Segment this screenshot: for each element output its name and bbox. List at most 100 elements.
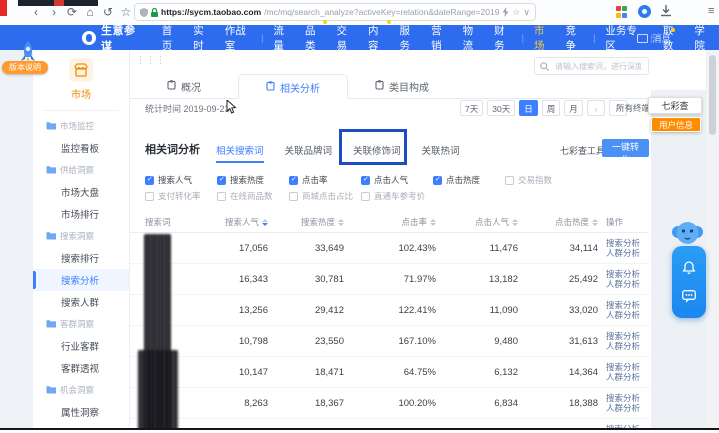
subtab-关联品牌词[interactable]: 关联品牌词 bbox=[285, 143, 333, 163]
sidebar-item-搜索排行[interactable]: 搜索排行 bbox=[33, 247, 129, 269]
metric-checkbox-点击人气[interactable]: 点击人气 bbox=[361, 174, 433, 186]
action-link-搜索分析[interactable]: 搜索分析 bbox=[606, 238, 640, 248]
column-header-点击率[interactable]: 点击率 bbox=[344, 216, 436, 228]
tab-相关分析[interactable]: 相关分析 bbox=[238, 74, 348, 99]
row-actions: 搜索分析人群分析 bbox=[606, 362, 640, 382]
checkbox-icon[interactable] bbox=[361, 176, 370, 185]
sidebar-item-监控看板[interactable]: 监控看板 bbox=[33, 137, 129, 159]
sidebar-item-市场大盘[interactable]: 市场大盘 bbox=[33, 181, 129, 203]
sidebar-group-供给洞察[interactable]: 供给洞察 bbox=[33, 159, 129, 181]
metric-checkbox-直通车参考价[interactable]: 直通车参考价 bbox=[361, 190, 433, 202]
brand[interactable]: 生意参谋 bbox=[82, 22, 141, 54]
subtab-关联热词[interactable]: 关联热词 bbox=[422, 143, 460, 163]
download-icon[interactable] bbox=[660, 5, 672, 18]
history-icon[interactable]: ↺ bbox=[100, 4, 116, 20]
checkbox-icon[interactable] bbox=[145, 192, 154, 201]
sidebar-group-市场监控[interactable]: 市场监控 bbox=[33, 115, 129, 137]
metric-checkbox-在线商品数[interactable]: 在线商品数 bbox=[217, 190, 289, 202]
star-icon[interactable]: ☆ bbox=[512, 7, 520, 18]
action-link-人群分析[interactable]: 人群分析 bbox=[606, 310, 640, 320]
messages-button[interactable]: 消息 bbox=[637, 31, 671, 45]
action-link-搜索分析[interactable]: 搜索分析 bbox=[606, 393, 640, 403]
metric-checkbox-搜索人气[interactable]: 搜索人气 bbox=[145, 174, 217, 186]
reload-icon[interactable]: ⟳ bbox=[64, 4, 80, 20]
bell-icon[interactable] bbox=[682, 261, 696, 275]
checkbox-icon[interactable] bbox=[505, 176, 514, 185]
action-link-人群分析[interactable]: 人群分析 bbox=[606, 403, 640, 413]
value-cell: 31,613 bbox=[518, 336, 598, 347]
checkbox-icon[interactable] bbox=[289, 192, 298, 201]
scrollbar-thumb[interactable] bbox=[709, 55, 716, 135]
tab-label: 类目构成 bbox=[389, 79, 429, 94]
analysis-card-header: 相关词分析 相关搜索词关联品牌词关联修饰词关联热词 七彩查工具： 一键转化 bbox=[130, 136, 649, 162]
user-info-button[interactable]: 用户信息 bbox=[651, 117, 701, 132]
qicaicha-extension-button[interactable]: 七彩查 bbox=[648, 97, 702, 114]
metric-checkbox-搜索热度[interactable]: 搜索热度 bbox=[217, 174, 289, 186]
action-link-搜索分析[interactable]: 搜索分析 bbox=[606, 269, 640, 279]
action-link-人群分析[interactable]: 人群分析 bbox=[606, 341, 640, 351]
folder-icon bbox=[46, 121, 56, 132]
sidebar-item-搜索人群[interactable]: 搜索人群 bbox=[33, 291, 129, 313]
checkbox-icon[interactable] bbox=[145, 176, 154, 185]
folder-icon bbox=[46, 319, 56, 330]
prev-period-button[interactable]: ‹ bbox=[587, 100, 605, 116]
action-link-搜索分析[interactable]: 搜索分析 bbox=[606, 362, 640, 372]
column-header-搜索人气[interactable]: 搜索人气 bbox=[196, 216, 268, 228]
action-link-人群分析[interactable]: 人群分析 bbox=[606, 248, 640, 258]
bookmark-star-icon[interactable]: ☆ bbox=[118, 4, 134, 20]
chat-icon[interactable] bbox=[682, 290, 696, 303]
metric-checkbox-商城点击占比[interactable]: 商城点击占比 bbox=[289, 190, 361, 202]
date-button-日[interactable]: 日 bbox=[519, 100, 538, 116]
column-header-点击热度[interactable]: 点击热度 bbox=[518, 216, 598, 228]
metric-label: 点击热度 bbox=[446, 174, 480, 186]
metric-checkbox-支付转化率[interactable]: 支付转化率 bbox=[145, 190, 217, 202]
sidebar-item-搜索分析[interactable]: 搜索分析 bbox=[33, 269, 129, 291]
date-button-周[interactable]: 周 bbox=[542, 100, 561, 116]
sidebar-item-属性洞察[interactable]: 属性洞察 bbox=[33, 401, 129, 423]
date-button-7天[interactable]: 7天 bbox=[460, 100, 483, 116]
row-actions: 搜索分析人群分析 bbox=[606, 300, 640, 320]
sidebar-item-行业客群[interactable]: 行业客群 bbox=[33, 335, 129, 357]
keyword-search-box[interactable] bbox=[534, 57, 649, 75]
checkbox-icon[interactable] bbox=[217, 176, 226, 185]
metric-checkbox-点击率[interactable]: 点击率 bbox=[289, 174, 361, 186]
metric-checkbox-交易指数[interactable]: 交易指数 bbox=[505, 174, 577, 186]
chevron-down-icon[interactable]: ∨ bbox=[523, 7, 530, 18]
checkbox-icon[interactable] bbox=[217, 192, 226, 201]
tab-概况[interactable]: 概况 bbox=[130, 74, 238, 98]
sidebar-group-label: 搜索洞察 bbox=[60, 230, 94, 242]
tab-类目构成[interactable]: 类目构成 bbox=[348, 74, 456, 98]
sidebar-group-搜索洞察[interactable]: 搜索洞察 bbox=[33, 225, 129, 247]
nav-separator: | bbox=[593, 33, 595, 43]
date-button-月[interactable]: 月 bbox=[564, 100, 583, 116]
one-click-convert-button[interactable]: 一键转化 bbox=[602, 139, 649, 157]
action-link-搜索分析[interactable]: 搜索分析 bbox=[606, 331, 640, 341]
metric-checkbox-点击热度[interactable]: 点击热度 bbox=[433, 174, 505, 186]
search-input[interactable] bbox=[553, 61, 643, 72]
date-button-30天[interactable]: 30天 bbox=[487, 100, 515, 116]
sidebar-item-市场排行[interactable]: 市场排行 bbox=[33, 203, 129, 225]
action-link-人群分析[interactable]: 人群分析 bbox=[606, 279, 640, 289]
column-header-搜索热度[interactable]: 搜索热度 bbox=[268, 216, 344, 228]
page-scrollbar[interactable] bbox=[706, 50, 719, 433]
version-badge[interactable]: 版本说明 bbox=[2, 61, 48, 74]
menu-icon[interactable]: ≡ bbox=[708, 5, 714, 17]
column-header-点击人气[interactable]: 点击人气 bbox=[436, 216, 518, 228]
subtab-关联修饰词[interactable]: 关联修饰词 bbox=[353, 143, 401, 163]
checkbox-icon[interactable] bbox=[289, 176, 298, 185]
lightning-icon[interactable] bbox=[502, 7, 509, 17]
action-link-人群分析[interactable]: 人群分析 bbox=[606, 372, 640, 382]
forward-icon[interactable]: › bbox=[46, 4, 62, 20]
sidebar-group-客群洞察[interactable]: 客群洞察 bbox=[33, 313, 129, 335]
drag-handle-icon[interactable]: ⋮⋮⋮ bbox=[136, 55, 166, 66]
extensions-grid-icon[interactable] bbox=[616, 6, 628, 18]
back-icon[interactable]: ‹ bbox=[28, 4, 44, 20]
home-icon[interactable]: ⌂ bbox=[82, 4, 98, 20]
checkbox-icon[interactable] bbox=[361, 192, 370, 201]
action-link-搜索分析[interactable]: 搜索分析 bbox=[606, 300, 640, 310]
sidebar-group-机会洞察[interactable]: 机会洞察 bbox=[33, 379, 129, 401]
checkbox-icon[interactable] bbox=[433, 176, 442, 185]
browser-extension-icon[interactable] bbox=[638, 5, 651, 18]
subtab-相关搜索词[interactable]: 相关搜索词 bbox=[216, 143, 264, 163]
sidebar-item-客群透视[interactable]: 客群透视 bbox=[33, 357, 129, 379]
